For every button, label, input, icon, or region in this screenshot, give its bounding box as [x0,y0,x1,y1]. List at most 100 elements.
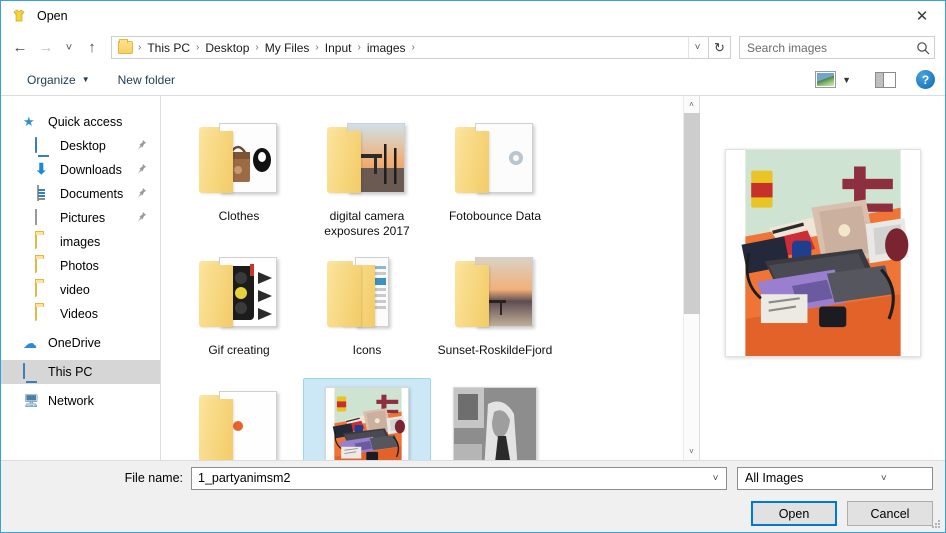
window-title: Open [37,9,68,23]
file-tile-user-female[interactable]: User Female 50, 100, 500 px [175,378,303,460]
new-folder-button[interactable]: New folder [110,70,183,90]
chevron-down-icon[interactable]: ˅ [688,37,706,58]
folder-icon [193,251,285,339]
chevron-down-icon[interactable]: ˅ [707,468,724,489]
dialog-body: ★ Quick access Desktop ⬇ Downloads Docum… [1,96,945,460]
resize-grip[interactable] [930,518,942,530]
dialog-footer: File name: ˅ All Images ˅ Open Cancel [1,460,945,532]
sidebar-item-label: Downloads [60,163,122,177]
breadcrumb[interactable]: › This PC › Desktop › My Files › Input ›… [111,36,709,59]
breadcrumb-separator: › [315,42,319,53]
preview-image [724,149,921,357]
back-button[interactable]: ← [7,35,33,61]
file-label: Clothes [218,209,260,223]
preview-pane-icon[interactable] [875,71,896,88]
sidebar-item-quick-access[interactable]: ★ Quick access [1,110,160,134]
file-name-input[interactable] [198,471,707,485]
up-button[interactable]: ↑ [79,35,105,61]
scrollbar-track[interactable] [683,113,700,443]
sidebar-item-onedrive[interactable]: ☁ OneDrive [1,331,160,355]
image-thumbnail [321,385,413,460]
refresh-icon[interactable]: ↻ [709,36,731,59]
pin-icon[interactable] [136,139,148,151]
view-controls: ▼ ? [815,70,935,89]
sidebar-item-downloads[interactable]: ⬇ Downloads [1,158,160,182]
sidebar-item-network[interactable]: 🖥 Network [1,389,160,413]
breadcrumb-item-input[interactable]: Input [321,41,356,55]
monitor-icon [35,137,52,154]
sidebar-item-documents[interactable]: Documents [1,182,160,206]
sidebar-item-pictures[interactable]: Pictures [1,206,160,230]
folder-icon [35,257,52,274]
file-name-field[interactable]: ˅ [191,466,727,490]
breadcrumb-item-desktop[interactable]: Desktop [201,41,253,55]
sidebar-item-videos[interactable]: Videos [1,302,160,326]
file-tile-1-partyanimsm2[interactable]: 1_partyanimsm2 [303,378,431,460]
sidebar-item-label: This PC [48,365,93,379]
document-icon [35,185,52,202]
file-tile-icons[interactable]: Icons [303,244,431,378]
organize-label: Organize [27,72,76,87]
recent-locations-button[interactable]: ˅ [59,35,79,61]
breadcrumb-separator: › [138,42,142,53]
open-file-dialog: Open ✕ ← → ˅ ↑ › This PC › Desktop › My … [0,0,946,533]
file-list-scrollbar[interactable]: ˄ ˅ [683,96,700,460]
close-icon[interactable]: ✕ [899,2,945,31]
view-mode-chevron-down-icon[interactable]: ▼ [838,75,859,85]
file-grid[interactable]: Clothes digital camera exposures 2017 Fo… [161,96,683,460]
folder-icon [35,281,52,298]
search-input[interactable] [747,40,916,55]
pin-icon[interactable] [136,163,148,175]
organize-button[interactable]: Organize ▼ [19,70,98,90]
breadcrumb-item-images[interactable]: images [363,41,410,55]
forward-button[interactable]: → [33,35,59,61]
open-button[interactable]: Open [751,501,837,526]
folder-icon [449,117,541,205]
cancel-button[interactable]: Cancel [847,501,933,526]
file-type-value: All Images [745,471,804,485]
sidebar-item-label: video [60,283,90,297]
file-tile-sunset-roskildefjord[interactable]: Sunset-RoskildeFjord [431,244,559,378]
sidebar-item-label: images [60,235,101,249]
breadcrumb-item-this-pc[interactable]: This PC [143,41,194,55]
file-tile-clothes[interactable]: Clothes [175,110,303,244]
scroll-up-icon[interactable]: ˄ [684,96,700,113]
file-label: Fotobounce Data [448,209,542,223]
file-type-dropdown[interactable]: All Images ˅ [737,466,933,490]
search-box[interactable] [739,36,935,59]
navigation-sidebar: ★ Quick access Desktop ⬇ Downloads Docum… [1,96,161,460]
breadcrumb-separator: › [196,42,200,53]
sidebar-item-photos[interactable]: Photos [1,254,160,278]
chevron-down-icon: ˅ [880,472,887,484]
sidebar-item-images[interactable]: images [1,230,160,254]
sidebar-item-video[interactable]: video [1,278,160,302]
file-tile-gif-creating[interactable]: Gif creating [175,244,303,378]
title-bar: Open ✕ [1,1,945,31]
toolbar: Organize ▼ New folder ▼ ? [1,64,945,96]
breadcrumb-item-my-files[interactable]: My Files [261,41,314,55]
sidebar-item-desktop[interactable]: Desktop [1,134,160,158]
file-tile-fotobounce-data[interactable]: Fotobounce Data [431,110,559,244]
sidebar-item-label: Videos [60,307,98,321]
file-tile-digital-camera-exposures-2017[interactable]: digital camera exposures 2017 [303,110,431,244]
sidebar-item-this-pc[interactable]: This PC [1,360,160,384]
file-name-row: File name: ˅ All Images ˅ [1,461,945,495]
pin-icon[interactable] [136,211,148,223]
sidebar-item-label: Network [48,394,94,408]
scroll-down-icon[interactable]: ˅ [684,443,700,460]
file-tile-bw-portrait[interactable] [431,378,559,460]
breadcrumb-separator: › [255,42,259,53]
help-icon[interactable]: ? [916,70,935,89]
scrollbar-thumb[interactable] [683,113,700,315]
monitor-icon [23,363,40,380]
folder-icon [35,305,52,322]
chevron-down-icon: ▼ [81,75,90,84]
sidebar-item-label: Documents [60,187,124,201]
breadcrumb-folder-icon [118,39,133,54]
address-bar: ← → ˅ ↑ › This PC › Desktop › My Files ›… [1,31,945,64]
sidebar-item-label: Quick access [48,115,123,129]
file-list-area: Clothes digital camera exposures 2017 Fo… [161,96,700,460]
pin-icon[interactable] [136,187,148,199]
search-icon [916,41,930,55]
view-mode-icon[interactable] [815,71,837,88]
